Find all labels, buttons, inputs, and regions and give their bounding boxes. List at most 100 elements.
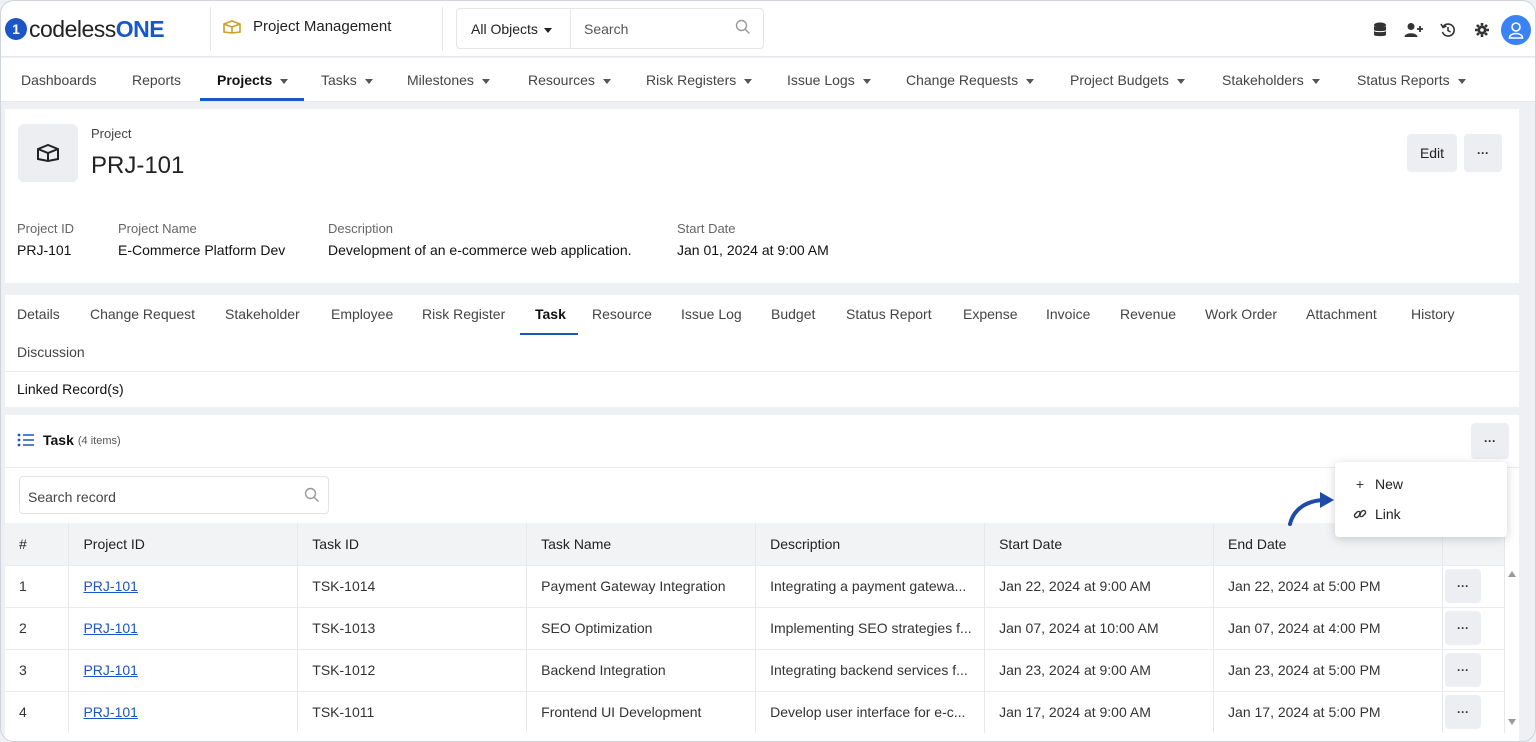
task-panel-title: Task [43, 432, 74, 448]
tab-discussion[interactable]: Discussion [17, 344, 85, 360]
cell-end-date: Jan 17, 2024 at 5:00 PM [1213, 690, 1443, 733]
project-icon [18, 124, 78, 182]
row-more-button[interactable]: ··· [1444, 569, 1481, 603]
nav-status-reports[interactable]: Status Reports [1357, 72, 1466, 88]
tab-invoice[interactable]: Invoice [1046, 306, 1090, 322]
tab-issue-log[interactable]: Issue Log [681, 306, 742, 322]
tab-budget[interactable]: Budget [771, 306, 815, 322]
logo-mark: 1 [5, 18, 27, 40]
caret-down-icon [862, 78, 871, 84]
table-scrollbar[interactable] [1505, 565, 1519, 733]
table-row[interactable]: 1 PRJ-101 TSK-1014 Payment Gateway Integ… [5, 564, 1506, 607]
list-icon [17, 433, 34, 447]
link-icon [1353, 507, 1367, 521]
column-header-task-id[interactable]: Task ID [297, 523, 528, 565]
nav-change-requests[interactable]: Change Requests [906, 72, 1035, 88]
edit-button[interactable]: Edit [1407, 134, 1457, 172]
pointer-arrow-icon [1288, 492, 1334, 526]
object-scope-select[interactable]: All Objects [471, 21, 552, 37]
nav-milestones[interactable]: Milestones [407, 72, 490, 88]
nav-stakeholders[interactable]: Stakeholders [1222, 72, 1320, 88]
cell-start-date: Jan 17, 2024 at 9:00 AM [984, 690, 1215, 733]
column-header-description[interactable]: Description [755, 523, 986, 565]
row-more-button[interactable]: ··· [1444, 653, 1481, 687]
table-row[interactable]: 3 PRJ-101 TSK-1012 Backend Integration I… [5, 648, 1506, 691]
field-project-id: Project ID PRJ-101 [17, 221, 75, 258]
nav-resources[interactable]: Resources [528, 72, 611, 88]
column-header-num[interactable]: # [5, 523, 70, 565]
cube-icon [223, 19, 241, 34]
tab-task[interactable]: Task [535, 306, 566, 322]
gear-icon[interactable] [1465, 16, 1499, 44]
plus-icon: + [1355, 476, 1365, 492]
cell-project-id-link[interactable]: PRJ-101 [68, 690, 299, 733]
page-title: PRJ-101 [91, 152, 185, 179]
table-row[interactable]: 2 PRJ-101 TSK-1013 SEO Optimization Impl… [5, 606, 1506, 649]
tab-resource[interactable]: Resource [592, 306, 652, 322]
task-actions-menu: + New Link [1335, 462, 1507, 537]
more-actions-button[interactable]: ··· [1464, 134, 1502, 172]
cell-task-name: SEO Optimization [526, 606, 757, 649]
row-more-button[interactable]: ··· [1444, 695, 1481, 730]
cell-project-id-link[interactable]: PRJ-101 [68, 606, 299, 649]
caret-down-icon [364, 78, 373, 84]
nav-dashboards[interactable]: Dashboards [21, 72, 97, 88]
row-more-button[interactable]: ··· [1444, 611, 1481, 645]
cell-project-id-link[interactable]: PRJ-101 [68, 648, 299, 691]
nav-risk-registers[interactable]: Risk Registers [646, 72, 753, 88]
field-description: Description Development of an e-commerce … [328, 221, 632, 258]
caret-down-icon [1026, 78, 1035, 84]
column-header-project-id[interactable]: Project ID [68, 523, 299, 565]
cell-num: 1 [5, 564, 70, 607]
menu-item-new[interactable]: + New [1353, 476, 1403, 492]
tab-attachment[interactable]: Attachment [1306, 306, 1377, 322]
caret-down-icon [481, 78, 490, 84]
column-header-task-name[interactable]: Task Name [526, 523, 757, 565]
nav-active-indicator [200, 98, 304, 101]
task-more-button[interactable]: ··· [1471, 423, 1509, 459]
app-switcher[interactable]: Project Management [223, 18, 391, 35]
caret-down-icon [1176, 78, 1185, 84]
cell-project-id-link[interactable]: PRJ-101 [68, 564, 299, 607]
scroll-up-icon[interactable] [1508, 571, 1516, 577]
caret-down-icon [602, 78, 611, 84]
divider [570, 9, 571, 48]
cell-start-date: Jan 07, 2024 at 10:00 AM [984, 606, 1215, 649]
nav-tasks[interactable]: Tasks [321, 72, 373, 88]
tab-revenue[interactable]: Revenue [1120, 306, 1176, 322]
search-icon[interactable] [735, 19, 751, 35]
menu-item-link[interactable]: Link [1353, 506, 1401, 522]
nav-project-budgets[interactable]: Project Budgets [1070, 72, 1185, 88]
task-panel: Task (4 items) ··· Search record # Proje… [5, 415, 1519, 741]
tab-stakeholder[interactable]: Stakeholder [225, 306, 300, 322]
tab-history[interactable]: History [1411, 306, 1455, 322]
tab-expense[interactable]: Expense [963, 306, 1017, 322]
cell-task-name: Payment Gateway Integration [526, 564, 757, 607]
divider [5, 467, 1519, 468]
tab-work-order[interactable]: Work Order [1205, 306, 1277, 322]
tab-change-request[interactable]: Change Request [90, 306, 195, 322]
tab-employee[interactable]: Employee [331, 306, 393, 322]
user-avatar-icon[interactable] [1501, 15, 1531, 45]
nav-reports[interactable]: Reports [132, 72, 181, 88]
scroll-down-icon[interactable] [1508, 719, 1516, 725]
tab-details[interactable]: Details [17, 306, 60, 322]
tab-risk-register[interactable]: Risk Register [422, 306, 505, 322]
database-icon[interactable] [1363, 16, 1397, 44]
tab-status-report[interactable]: Status Report [846, 306, 932, 322]
table-row[interactable]: 4 PRJ-101 TSK-1011 Frontend UI Developme… [5, 690, 1506, 733]
column-header-start-date[interactable]: Start Date [984, 523, 1215, 565]
search-record-input[interactable]: Search record [19, 476, 329, 514]
brand-logo[interactable]: 1 codelessONE [5, 14, 165, 44]
add-user-icon[interactable] [1397, 16, 1431, 44]
table-header-row: # Project ID Task ID Task Name Descripti… [5, 523, 1506, 565]
history-icon[interactable] [1431, 16, 1465, 44]
nav-projects[interactable]: Projects [217, 72, 289, 88]
task-count: (4 items) [77, 435, 121, 447]
cell-actions: ··· [1442, 564, 1506, 607]
search-input[interactable]: Search [584, 21, 628, 37]
caret-down-icon [1457, 78, 1466, 84]
nav-issue-logs[interactable]: Issue Logs [787, 72, 871, 88]
tab-active-indicator [520, 333, 578, 335]
cell-description: Develop user interface for e-c... [755, 690, 986, 733]
